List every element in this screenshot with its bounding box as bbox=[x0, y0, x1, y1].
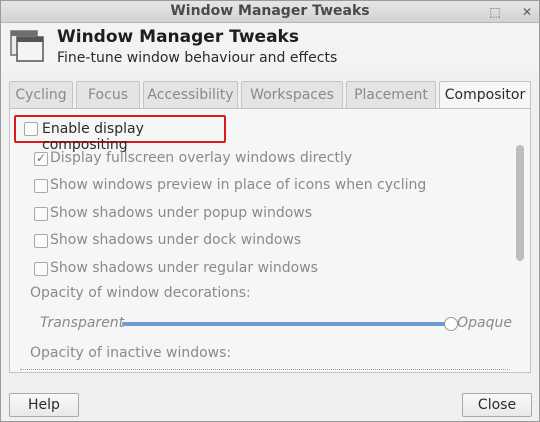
compositor-panel: Enable display compositing Display fulls… bbox=[9, 108, 531, 373]
fullscreen-overlay-label: Display fullscreen overlay windows direc… bbox=[50, 150, 353, 166]
popup-shadows-checkbox[interactable] bbox=[34, 207, 48, 221]
tab-compositor[interactable]: Compositor bbox=[439, 81, 531, 110]
windows-preview-checkbox[interactable] bbox=[34, 179, 48, 193]
window-manager-tweaks-dialog: Window Manager Tweaks ⬚ ✕ Window Manager… bbox=[0, 0, 540, 422]
fullscreen-overlay-checkbox[interactable] bbox=[34, 152, 48, 166]
decorations-opacity-label: Opacity of window decorations: bbox=[30, 285, 251, 301]
close-icon[interactable]: ✕ bbox=[519, 4, 535, 20]
tab-bar: Cycling Focus Accessibility Workspaces P… bbox=[9, 81, 531, 110]
slider-handle[interactable] bbox=[444, 317, 458, 331]
regular-shadows-label: Show shadows under regular windows bbox=[50, 260, 318, 276]
window-title: Window Manager Tweaks bbox=[170, 3, 370, 19]
regular-shadows-checkbox[interactable] bbox=[34, 262, 48, 276]
dialog-header: Window Manager Tweaks Fine-tune window b… bbox=[1, 23, 539, 71]
dock-shadows-label: Show shadows under dock windows bbox=[50, 232, 302, 248]
window-manager-icon bbox=[10, 30, 44, 62]
page-title: Window Manager Tweaks bbox=[57, 27, 299, 47]
enable-compositing-checkbox[interactable] bbox=[24, 122, 38, 136]
enable-compositing-highlight: Enable display compositing bbox=[14, 115, 226, 153]
windows-preview-label: Show windows preview in place of icons w… bbox=[50, 177, 427, 193]
tab-workspaces[interactable]: Workspaces bbox=[241, 81, 343, 109]
maximize-icon[interactable]: ⬚ bbox=[487, 4, 503, 20]
scroll-edge-divider bbox=[20, 369, 510, 370]
slider-max-label: Opaque bbox=[457, 315, 512, 331]
page-subtitle: Fine-tune window behaviour and effects bbox=[57, 50, 338, 66]
popup-shadows-label: Show shadows under popup windows bbox=[50, 205, 313, 221]
tab-placement[interactable]: Placement bbox=[346, 81, 436, 109]
titlebar[interactable]: Window Manager Tweaks ⬚ ✕ bbox=[1, 1, 539, 23]
help-button[interactable]: Help bbox=[9, 393, 79, 417]
inactive-opacity-label: Opacity of inactive windows: bbox=[30, 345, 232, 361]
dock-shadows-checkbox[interactable] bbox=[34, 234, 48, 248]
slider-min-label: Transparent bbox=[40, 315, 125, 331]
panel-scrollbar[interactable] bbox=[516, 145, 524, 261]
decorations-opacity-slider-row: Transparent Opaque bbox=[40, 313, 512, 335]
tab-cycling[interactable]: Cycling bbox=[9, 81, 73, 109]
enable-compositing-label[interactable]: Enable display compositing bbox=[42, 121, 224, 153]
tab-accessibility[interactable]: Accessibility bbox=[143, 81, 238, 109]
close-button[interactable]: Close bbox=[462, 393, 532, 417]
tab-focus[interactable]: Focus bbox=[76, 81, 140, 109]
decorations-opacity-slider[interactable] bbox=[122, 322, 452, 326]
